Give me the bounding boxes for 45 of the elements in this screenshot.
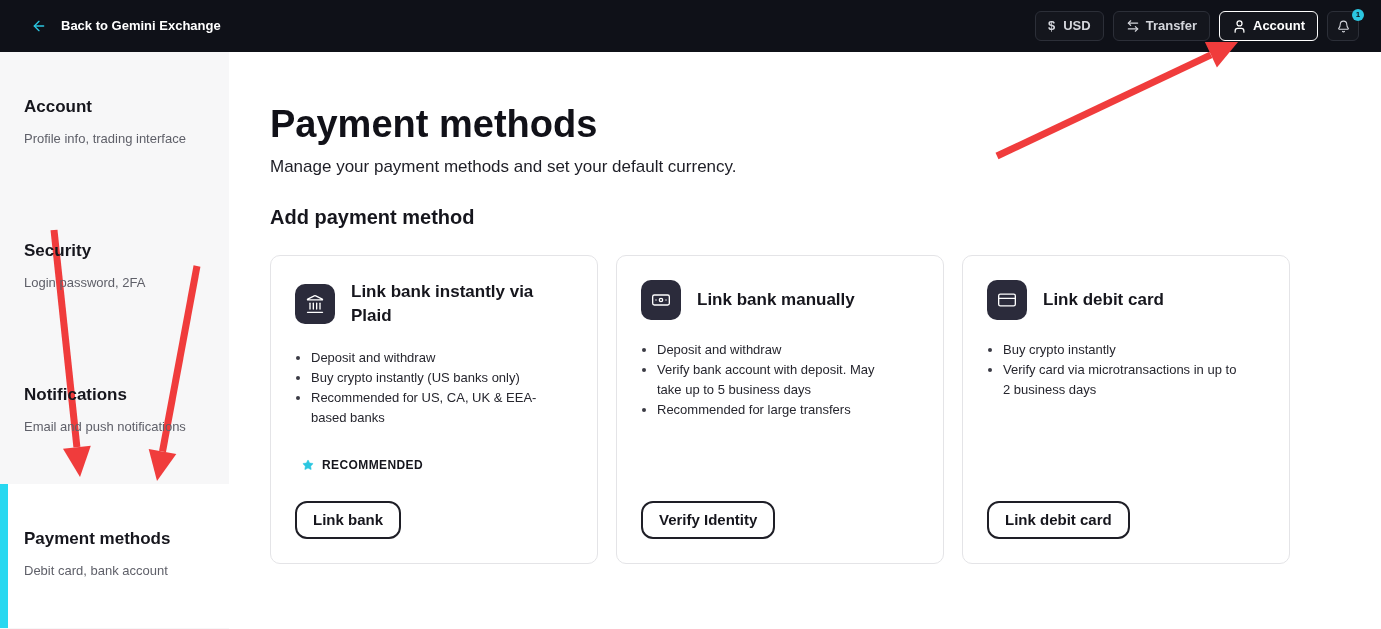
page-title: Payment methods <box>270 102 598 147</box>
bell-icon <box>1336 19 1350 33</box>
card-feature-text: Deposit and withdraw <box>657 341 782 359</box>
card-title: Link debit card <box>1043 289 1165 311</box>
star-icon <box>302 459 314 471</box>
card-feature-text: Deposit and withdraw <box>311 349 436 367</box>
card-feature-text: Recommended for US, CA, UK & EEA-based banks <box>311 389 538 427</box>
sidebar-item-description: Profile info, trading interface <box>24 131 186 147</box>
section-title: Add payment method <box>270 205 475 229</box>
card-action-button[interactable]: Link debit card <box>987 501 1130 539</box>
currency-button[interactable]: $ USD <box>1035 11 1104 41</box>
bullet-icon <box>988 348 992 352</box>
card-action-button[interactable]: Link bank <box>295 501 401 539</box>
transfer-arrows-icon <box>1125 19 1140 33</box>
bullet-icon <box>642 408 646 412</box>
sidebar-item[interactable]: Account Profile info, trading interface <box>0 52 229 196</box>
card-feature-text: Verify bank account with deposit. May take up to 5 business days <box>657 361 876 399</box>
bullet-icon <box>642 348 646 352</box>
recommended-label: RECOMMENDED <box>322 457 424 474</box>
bullet-icon <box>642 368 646 372</box>
credit-card-icon <box>987 280 1027 320</box>
bullet-icon <box>296 356 300 360</box>
bullet-icon <box>988 368 992 372</box>
transfer-button[interactable]: Transfer <box>1112 11 1210 41</box>
card-action-button[interactable]: Verify Identity <box>641 501 776 539</box>
card-feature-text: Buy crypto instantly (US banks only) <box>311 369 520 387</box>
sidebar-item[interactable]: Payment methods Debit card, bank account <box>0 484 229 628</box>
sidebar-item-description: Debit card, bank account <box>24 563 168 579</box>
notification-badge: 1 <box>1352 9 1364 21</box>
page-subtitle: Manage your payment methods and set your default currency. <box>270 156 737 178</box>
bullet-icon <box>296 376 300 380</box>
card-title: Link bank manually <box>697 289 856 311</box>
bank-building-icon <box>295 284 335 324</box>
sidebar-item-title: Payment methods <box>24 529 171 549</box>
banknote-icon <box>641 280 681 320</box>
card-feature-text: Verify card via microtransactions in up to 2 business days <box>1003 361 1238 399</box>
bullet-icon <box>296 396 300 400</box>
sidebar-item-title: Account <box>24 97 92 117</box>
card-feature-text: Recommended for large transfers <box>657 401 851 419</box>
notifications-button[interactable] <box>1327 11 1359 41</box>
user-icon <box>1232 18 1247 34</box>
back-link[interactable]: Back to Gemini Exchange <box>31 16 221 36</box>
account-button[interactable]: Account <box>1219 11 1318 41</box>
card-title: Link bank instantly via Plaid <box>351 281 535 327</box>
card-feature-text: Buy crypto instantly <box>1003 341 1116 359</box>
